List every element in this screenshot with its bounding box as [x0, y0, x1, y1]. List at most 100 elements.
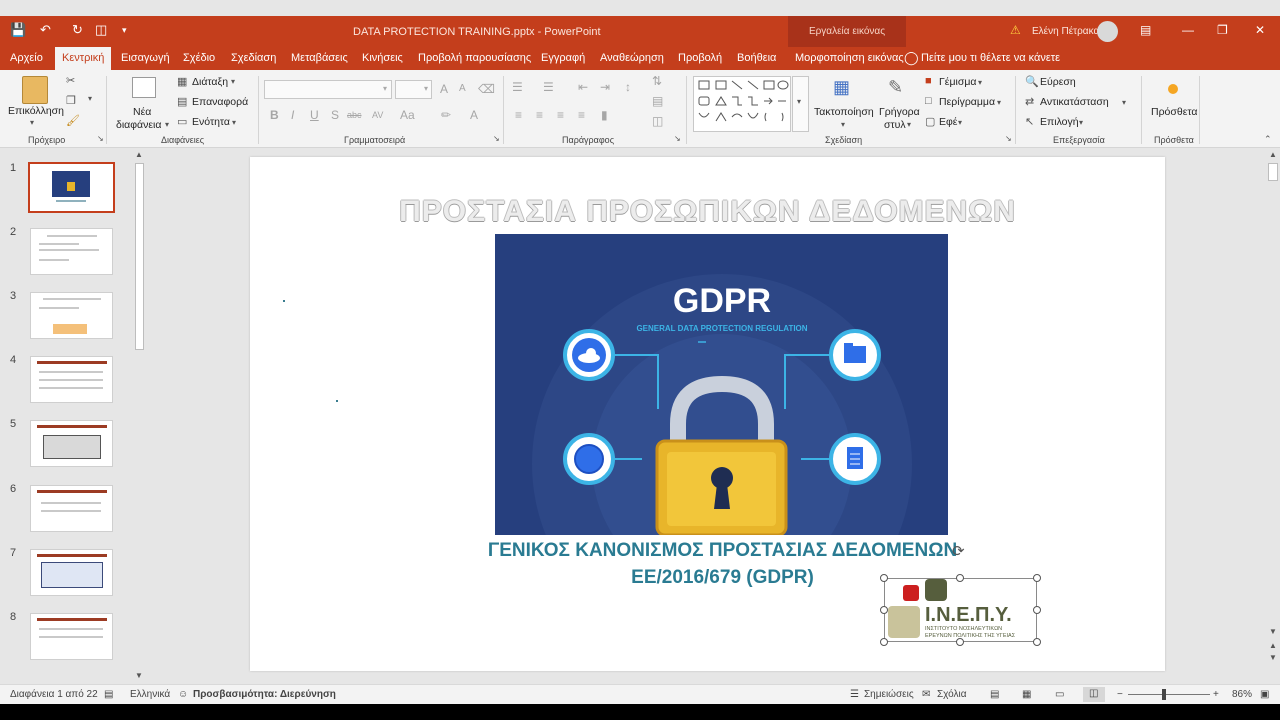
- italic-icon[interactable]: I: [291, 108, 294, 122]
- scroll-up-icon[interactable]: ▲: [1269, 150, 1277, 159]
- reading-view-icon[interactable]: ▭: [1055, 689, 1064, 700]
- fit-to-window-icon[interactable]: ▣: [1260, 689, 1269, 700]
- quick-styles-label-1[interactable]: Γρήγορα: [879, 106, 920, 118]
- zoom-slider-thumb[interactable]: [1162, 689, 1166, 700]
- slide-scroll-thumb[interactable]: [1268, 163, 1278, 181]
- shape-fill-icon[interactable]: ■: [925, 75, 932, 87]
- zoom-in-icon[interactable]: +: [1213, 689, 1219, 700]
- font-launcher-icon[interactable]: ↘: [493, 134, 500, 143]
- previous-slide-icon[interactable]: ▲: [1269, 641, 1277, 650]
- clear-formatting-icon[interactable]: ⌫: [478, 82, 495, 96]
- tab-transitions[interactable]: Μεταβάσεις: [291, 52, 348, 64]
- font-size-dropdown-icon[interactable]: ▾: [424, 84, 428, 93]
- shape-effects-dropdown-icon[interactable]: ▾: [958, 118, 962, 127]
- new-slide-label-1[interactable]: Νέα: [133, 106, 151, 118]
- tab-picture-format[interactable]: Μορφοποίηση εικόνας: [795, 52, 904, 64]
- thumbnail-slide-5[interactable]: [30, 420, 113, 467]
- tell-me-search[interactable]: Πείτε μου τι θέλετε να κάνετε: [921, 52, 1060, 64]
- save-icon[interactable]: 💾: [10, 22, 26, 38]
- addins-icon[interactable]: [1168, 84, 1178, 94]
- resize-handle[interactable]: [1033, 574, 1041, 582]
- numbering-icon[interactable]: ☰: [543, 80, 554, 94]
- close-icon[interactable]: ✕: [1255, 23, 1265, 37]
- resize-handle[interactable]: [880, 574, 888, 582]
- addins-button[interactable]: Πρόσθετα: [1151, 106, 1197, 118]
- thumbnail-slide-7[interactable]: [30, 549, 113, 596]
- present-icon[interactable]: ◫: [95, 22, 107, 38]
- columns-icon[interactable]: ▮: [601, 108, 608, 122]
- resize-handle[interactable]: [1033, 638, 1041, 646]
- shape-effects-icon[interactable]: ▢: [925, 115, 935, 128]
- slide-sorter-icon[interactable]: ▦: [1022, 689, 1031, 700]
- undo-icon[interactable]: ↶: [40, 22, 51, 38]
- shape-outline-button[interactable]: Περίγραμμα: [939, 96, 995, 108]
- gdpr-image[interactable]: GDPR GENERAL DATA PROTECTION REGULATION: [495, 234, 948, 535]
- bullets-icon[interactable]: ☰: [512, 80, 523, 94]
- font-name-dropdown-icon[interactable]: ▾: [383, 84, 387, 93]
- paste-button[interactable]: Επικόλληση: [8, 105, 64, 117]
- reset-icon[interactable]: ▤: [177, 95, 187, 108]
- slide-canvas[interactable]: ΠΡΟΣΤΑΣΙΑ ΠΡΟΣΩΠΙΚΩΝ ΔΕΔΟΜΕΝΩΝ GDPR GENE…: [250, 157, 1165, 671]
- scroll-down-icon[interactable]: ▼: [135, 671, 143, 680]
- layout-icon[interactable]: ▦: [177, 75, 187, 88]
- zoom-level[interactable]: 86%: [1232, 689, 1252, 700]
- tab-view[interactable]: Προβολή: [678, 52, 722, 64]
- thumbnail-slide-2[interactable]: [30, 228, 113, 275]
- resize-handle[interactable]: [880, 638, 888, 646]
- smartart-icon[interactable]: ◫: [652, 114, 663, 128]
- format-painter-icon[interactable]: 🖌: [66, 114, 80, 127]
- notes-button[interactable]: Σημειώσεις: [864, 689, 914, 700]
- shape-effects-button[interactable]: Εφέ: [939, 116, 958, 128]
- scroll-down-icon[interactable]: ▼: [1269, 627, 1277, 636]
- align-center-icon[interactable]: ≡: [536, 108, 543, 122]
- section-dropdown-icon[interactable]: ▾: [232, 118, 236, 127]
- drawing-launcher-icon[interactable]: ↘: [1005, 134, 1012, 143]
- spelling-icon[interactable]: ▤: [104, 689, 113, 700]
- shapes-gallery-scroll[interactable]: ▾: [792, 76, 809, 132]
- shapes-gallery[interactable]: [693, 76, 791, 132]
- highlight-icon[interactable]: ✏: [441, 108, 451, 122]
- zoom-slider[interactable]: [1128, 694, 1210, 695]
- replace-icon[interactable]: ⇄: [1025, 95, 1034, 108]
- change-case-icon[interactable]: Aa: [400, 108, 415, 122]
- select-icon[interactable]: ↖: [1025, 115, 1034, 128]
- avatar[interactable]: [1097, 21, 1118, 42]
- layout-button[interactable]: Διάταξη: [192, 76, 228, 88]
- arrange-icon[interactable]: ▦: [833, 77, 850, 98]
- new-slide-label-2[interactable]: διαφάνεια: [116, 119, 161, 131]
- arrange-dropdown-icon[interactable]: ▾: [841, 120, 845, 129]
- minimize-icon[interactable]: —: [1182, 23, 1194, 37]
- replace-dropdown-icon[interactable]: ▾: [1122, 98, 1126, 107]
- shape-fill-dropdown-icon[interactable]: ▾: [978, 78, 982, 87]
- align-text-icon[interactable]: ▤: [652, 94, 663, 108]
- paste-icon[interactable]: [22, 76, 48, 104]
- new-slide-icon[interactable]: [132, 77, 156, 98]
- normal-view-icon[interactable]: ▤: [990, 689, 999, 700]
- align-left-icon[interactable]: ≡: [515, 108, 522, 122]
- find-icon[interactable]: 🔍: [1025, 75, 1039, 88]
- quick-styles-dropdown-icon[interactable]: ▾: [907, 120, 911, 129]
- shape-outline-icon[interactable]: □: [925, 95, 932, 107]
- thumbnail-slide-1[interactable]: [28, 162, 115, 213]
- thumbnails-scrollbar[interactable]: ▲ ▼: [133, 149, 146, 684]
- scroll-up-icon[interactable]: ▲: [135, 150, 143, 159]
- paragraph-launcher-icon[interactable]: ↘: [674, 134, 681, 143]
- ribbon-display-icon[interactable]: ▤: [1140, 23, 1151, 37]
- layout-dropdown-icon[interactable]: ▾: [231, 77, 235, 86]
- language-indicator[interactable]: Ελληνικά: [130, 689, 170, 700]
- new-slide-dropdown-icon[interactable]: ▾: [165, 120, 169, 129]
- copy-dropdown-icon[interactable]: ▾: [88, 94, 92, 103]
- accessibility-icon[interactable]: ☺: [178, 689, 188, 700]
- rotate-handle-icon[interactable]: ⟳: [952, 542, 965, 560]
- copy-icon[interactable]: ❐: [66, 94, 76, 107]
- collapse-ribbon-icon[interactable]: ⌃: [1264, 134, 1272, 145]
- align-right-icon[interactable]: ≡: [557, 108, 564, 122]
- customize-qat-icon[interactable]: ▾: [122, 25, 127, 36]
- resize-handle[interactable]: [956, 574, 964, 582]
- thumbnail-slide-3[interactable]: [30, 292, 113, 339]
- tab-draw[interactable]: Σχεδίαση: [231, 52, 276, 64]
- justify-icon[interactable]: ≡: [578, 108, 585, 122]
- tab-home[interactable]: Κεντρική: [55, 47, 112, 70]
- section-icon[interactable]: ▭: [177, 115, 187, 128]
- slide-title[interactable]: ΠΡΟΣΤΑΣΙΑ ΠΡΟΣΩΠΙΚΩΝ ΔΕΔΟΜΕΝΩΝ: [250, 195, 1165, 229]
